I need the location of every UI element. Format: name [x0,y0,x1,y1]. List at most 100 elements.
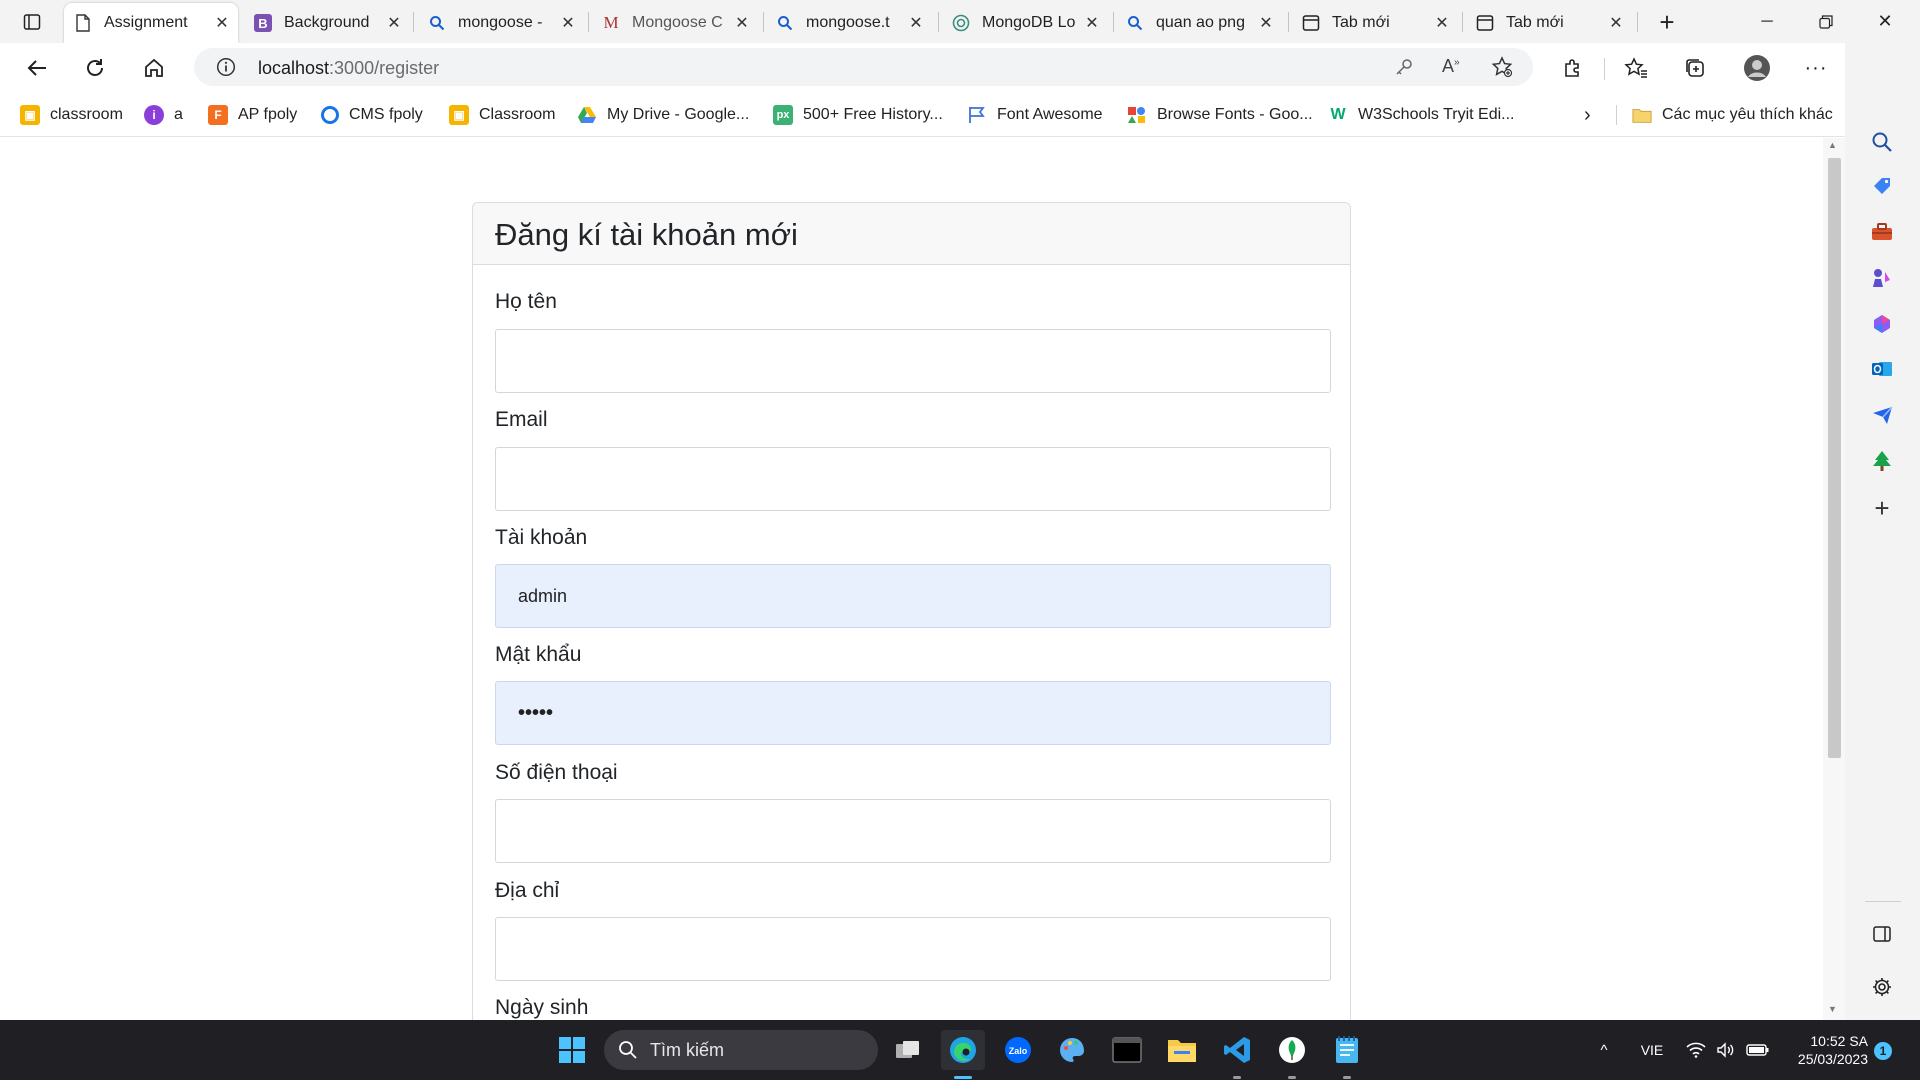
bookmark-font-awesome[interactable]: Font Awesome [967,103,1103,127]
sidebar-outlook-button[interactable] [1863,350,1901,388]
close-tab-icon[interactable]: ✕ [560,15,576,32]
folder-icon [1168,1040,1196,1062]
username-input[interactable] [495,564,1331,628]
tab-mongoose-t[interactable]: mongoose.t ✕ [766,3,932,43]
profile-button[interactable] [1738,49,1776,87]
bookmark-google-fonts[interactable]: Browse Fonts - Goo... [1127,103,1313,127]
bookmark-cms-fpoly[interactable]: CMS fpoly [321,103,423,127]
other-favorites-folder[interactable]: Các mục yêu thích khác [1632,103,1833,127]
tab-background[interactable]: B Background ✕ [244,3,410,43]
close-tab-icon[interactable]: ✕ [1084,15,1100,32]
tab-new-1[interactable]: Tab mới ✕ [1292,3,1458,43]
newtab-icon [1476,14,1494,32]
tab-mongoose-medium[interactable]: M Mongoose C ✕ [592,3,758,43]
sidebar-search-button[interactable] [1863,123,1901,161]
bookmark-label: Classroom [479,106,556,123]
google-fonts-icon [1127,105,1147,125]
show-hidden-icons-button[interactable]: ^ [1588,1020,1620,1080]
fullname-input[interactable] [495,329,1331,393]
home-button[interactable] [135,49,173,87]
close-window-button[interactable]: ✕ [1856,0,1914,43]
tab-divider [938,12,939,32]
close-tab-icon[interactable]: ✕ [214,15,230,32]
clock[interactable]: 10:52 SA 25/03/2023 [1784,1020,1868,1080]
sidebar-split-button[interactable] [1863,915,1901,953]
language-indicator[interactable]: VIE [1632,1020,1672,1080]
sidebar-add-button[interactable]: + [1863,489,1901,527]
password-input[interactable] [495,681,1331,745]
sidebar-m365-button[interactable] [1863,305,1901,343]
taskbar-vscode[interactable] [1215,1030,1259,1070]
task-view-button[interactable] [886,1030,930,1070]
favorites-button[interactable] [1617,49,1655,87]
taskbar-file-explorer[interactable] [1160,1030,1204,1070]
sidebar-tools-button[interactable] [1863,213,1901,251]
close-tab-icon[interactable]: ✕ [908,15,924,32]
address-input[interactable] [495,917,1331,981]
new-tab-button[interactable]: + [1650,6,1684,38]
volume-icon[interactable] [1714,1020,1738,1080]
sidebar-divider [1865,901,1901,902]
scrollbar-thumb[interactable] [1828,158,1841,758]
settings-more-button[interactable]: ··· [1797,49,1835,87]
page-viewport: Đăng kí tài khoản mới Họ tên Email Tài k… [0,138,1823,1020]
close-tab-icon[interactable]: ✕ [1258,15,1274,32]
close-tab-icon[interactable]: ✕ [1608,15,1624,32]
email-input[interactable] [495,447,1331,511]
key-icon[interactable] [1394,57,1414,82]
taskbar-terminal[interactable] [1105,1030,1149,1070]
bookmark-classroom-2[interactable]: ▣ Classroom [449,103,555,127]
taskbar-paint[interactable] [1050,1030,1094,1070]
tab-assignment[interactable]: Assignment ✕ [64,3,238,43]
bookmark-free-history[interactable]: px 500+ Free History... [773,103,943,127]
scroll-up-arrow-icon[interactable]: ▲ [1828,140,1837,150]
tab-mongodb[interactable]: MongoDB Lo ✕ [942,3,1108,43]
tab-mongoose-search[interactable]: mongoose - ✕ [418,3,584,43]
taskbar-mongodb-compass[interactable] [1270,1030,1314,1070]
sidebar-games-button[interactable] [1863,259,1901,297]
edge-sidebar: + [1845,43,1920,1020]
taskbar-zalo[interactable]: Zalo [996,1030,1040,1070]
more-bookmarks-button[interactable]: › [1584,103,1591,127]
tab-new-2[interactable]: Tab mới ✕ [1466,3,1632,43]
close-tab-icon[interactable]: ✕ [734,15,750,32]
bookmark-my-drive[interactable]: My Drive - Google... [577,103,749,127]
running-app-indicator [1343,1076,1351,1079]
read-aloud-icon[interactable]: A» [1442,56,1460,77]
scroll-down-arrow-icon[interactable]: ▼ [1828,1004,1837,1014]
close-tab-icon[interactable]: ✕ [1434,15,1450,32]
chevron-right-icon: › [1584,103,1591,126]
bookmark-label: 500+ Free History... [803,106,943,123]
sidebar-settings-button[interactable] [1863,968,1901,1006]
info-icon[interactable] [216,57,236,82]
bookmark-classroom[interactable]: ▣ classroom [20,103,123,127]
close-tab-icon[interactable]: ✕ [386,15,402,32]
start-button[interactable] [550,1030,594,1070]
minimize-button[interactable]: ─ [1738,0,1796,43]
taskbar-edge[interactable] [941,1030,985,1070]
back-button[interactable] [18,49,56,87]
bookmark-ap-fpoly[interactable]: F AP fpoly [208,103,297,127]
toolbox-icon [1872,223,1892,240]
sidebar-shopping-button[interactable] [1863,167,1901,205]
collections-button[interactable] [1676,49,1714,87]
phone-input[interactable] [495,799,1331,863]
tab-actions-button[interactable] [14,8,50,36]
battery-icon[interactable] [1744,1020,1772,1080]
sidebar-send-button[interactable] [1863,396,1901,434]
restore-button[interactable] [1797,0,1855,43]
page-scrollbar[interactable]: ▲ ▼ [1823,138,1845,1020]
wifi-icon[interactable] [1684,1020,1708,1080]
sidebar-tree-button[interactable] [1863,442,1901,480]
bookmark-w3schools[interactable]: W W3Schools Tryit Edi... [1328,103,1514,127]
tab-quan-ao[interactable]: quan ao png ✕ [1116,3,1282,43]
notification-badge[interactable]: 1 [1874,1042,1892,1060]
add-favorite-icon[interactable] [1491,56,1513,83]
taskbar-search[interactable]: Tìm kiếm [604,1030,878,1070]
url-text[interactable]: localhost:3000/register [258,58,439,79]
refresh-button[interactable] [76,49,114,87]
address-bar[interactable]: localhost:3000/register A» [194,48,1533,86]
bookmark-a[interactable]: ia [144,103,183,127]
taskbar-notepad[interactable] [1325,1030,1369,1070]
extensions-button[interactable] [1554,49,1592,87]
